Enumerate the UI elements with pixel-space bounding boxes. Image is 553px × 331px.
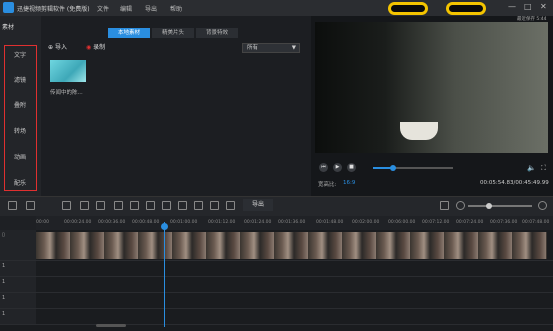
track-audio: 1 — [0, 293, 553, 309]
track-head-video: ▯ — [0, 230, 36, 260]
video-clip-strip[interactable] — [36, 232, 547, 259]
playhead-handle[interactable] — [161, 223, 168, 230]
tab-local-media[interactable]: 本地素材 — [108, 28, 150, 38]
track-overlay: 1 — [0, 261, 553, 277]
tick-12: 00:07:24.00 — [456, 220, 484, 225]
media-filter-select[interactable]: 所有 ▼ — [242, 43, 300, 53]
volume-icon[interactable]: 🔈 — [527, 164, 536, 172]
menu-edit[interactable]: 编辑 — [120, 4, 132, 13]
app-title: 迅捷视频剪辑软件 (免费版) — [17, 6, 90, 13]
track-number: 1 — [2, 311, 6, 317]
tab-background-effects[interactable]: 背景特效 — [196, 28, 238, 38]
tick-0: 00:00 — [36, 220, 49, 225]
sidebar-item-filter[interactable]: 滤镜 — [5, 75, 35, 84]
aspect-ratio-label: 宽高比: — [318, 182, 337, 188]
menu-help[interactable]: 帮助 — [170, 4, 182, 13]
tick-11: 00:07:12.00 — [422, 220, 450, 225]
playback-progress-knob[interactable] — [390, 165, 396, 171]
sidebar-item-animation[interactable]: 动画 — [5, 152, 35, 161]
zoom-slider-knob[interactable] — [486, 203, 492, 209]
export-button[interactable]: 导出 — [243, 199, 273, 211]
track-number: 1 — [2, 263, 6, 269]
tick-14: 00:07:48.00 — [522, 220, 550, 225]
import-label: 导入 — [54, 44, 67, 51]
tick-9: 00:02:00.00 — [352, 220, 380, 225]
sidebar-tab-material[interactable]: 素材 — [2, 22, 14, 31]
minimize-button[interactable]: — — [508, 2, 516, 11]
tick-13: 00:07:36.00 — [490, 220, 518, 225]
speed-icon[interactable] — [178, 201, 187, 210]
track-head-text: 1 — [0, 277, 36, 292]
timeline-ruler[interactable]: 00:00 00:00:24.00 00:00:36.00 00:00:48.0… — [36, 216, 553, 230]
chevron-down-icon: ▼ — [291, 45, 296, 51]
maximize-button[interactable]: □ — [524, 2, 532, 11]
playhead[interactable] — [164, 222, 165, 327]
cut-icon[interactable] — [80, 201, 89, 210]
record-button[interactable]: ◉ 录制 — [86, 42, 105, 51]
mosaic-icon[interactable] — [146, 201, 155, 210]
media-clip-thumbnail[interactable] — [50, 60, 86, 82]
zoom-in-icon[interactable] — [538, 201, 547, 210]
music-icon[interactable] — [226, 201, 235, 210]
tick-5: 00:01:12.00 — [208, 220, 236, 225]
undo-icon[interactable] — [8, 201, 17, 210]
media-clip-label: 传闻中的陈... — [50, 90, 83, 96]
timecode: 00:05:54.83/00:45:49.99 — [480, 180, 549, 186]
text-icon[interactable] — [210, 201, 219, 210]
aspect-ratio-value[interactable]: 16:9 — [343, 180, 355, 186]
track-number: 1 — [2, 279, 6, 285]
time-current: 00:05:54.83 — [480, 180, 514, 186]
sunglasses-icon — [388, 2, 500, 15]
import-button[interactable]: ⊕ 导入 — [48, 42, 67, 51]
record-icon: ◉ — [86, 44, 92, 51]
menu-file[interactable]: 文件 — [97, 4, 109, 13]
sidebar-item-transition[interactable]: 转场 — [5, 126, 35, 135]
timeline-scrollbar[interactable] — [96, 324, 126, 327]
crop-icon[interactable] — [114, 201, 123, 210]
preview-teacup — [400, 122, 438, 140]
sidebar-item-music[interactable]: 配乐 — [5, 178, 35, 187]
track-music: 1 — [0, 309, 553, 325]
tab-intros[interactable]: 精美片头 — [152, 28, 194, 38]
redo-icon[interactable] — [26, 201, 35, 210]
sidebar-item-overlay[interactable]: 叠附 — [5, 100, 35, 109]
zoom-slider[interactable] — [468, 205, 532, 207]
app-logo-icon — [3, 2, 14, 13]
filter-value: 所有 — [247, 45, 259, 51]
track-head-music: 1 — [0, 309, 36, 324]
tick-6: 00:01:24.00 — [244, 220, 272, 225]
tick-3: 00:00:48.00 — [132, 220, 160, 225]
stop-icon[interactable]: ■ — [347, 163, 356, 172]
tick-7: 00:01:36.00 — [278, 220, 306, 225]
tick-4: 00:01:00.00 — [170, 220, 198, 225]
mic-icon[interactable] — [194, 201, 203, 210]
record-label: 录制 — [93, 44, 106, 51]
tick-1: 00:00:24.00 — [64, 220, 92, 225]
close-button[interactable]: ✕ — [540, 2, 547, 11]
delete-icon[interactable] — [96, 201, 105, 210]
freeze-icon[interactable] — [162, 201, 171, 210]
track-head-audio: 1 — [0, 293, 36, 308]
menu-export[interactable]: 导出 — [145, 4, 157, 13]
prev-frame-icon[interactable]: ⏮ — [319, 163, 328, 172]
edit-icon[interactable] — [62, 201, 71, 210]
track-number: 1 — [2, 295, 6, 301]
zoom-out-icon[interactable] — [456, 201, 465, 210]
sidebar-item-text[interactable]: 文字 — [5, 50, 35, 59]
split-icon[interactable] — [130, 201, 139, 210]
track-text: 1 — [0, 277, 553, 293]
track-head-overlay: 1 — [0, 261, 36, 276]
sidebar-highlight-box — [4, 45, 37, 191]
play-icon[interactable]: ▶ — [333, 163, 342, 172]
fit-icon[interactable] — [440, 201, 449, 210]
tick-8: 00:01:48.00 — [316, 220, 344, 225]
tick-10: 00:06:00.00 — [388, 220, 416, 225]
fullscreen-icon[interactable]: ⛶ — [541, 164, 546, 173]
time-total: 00:45:49.99 — [515, 180, 549, 186]
tick-2: 00:00:36.00 — [98, 220, 126, 225]
